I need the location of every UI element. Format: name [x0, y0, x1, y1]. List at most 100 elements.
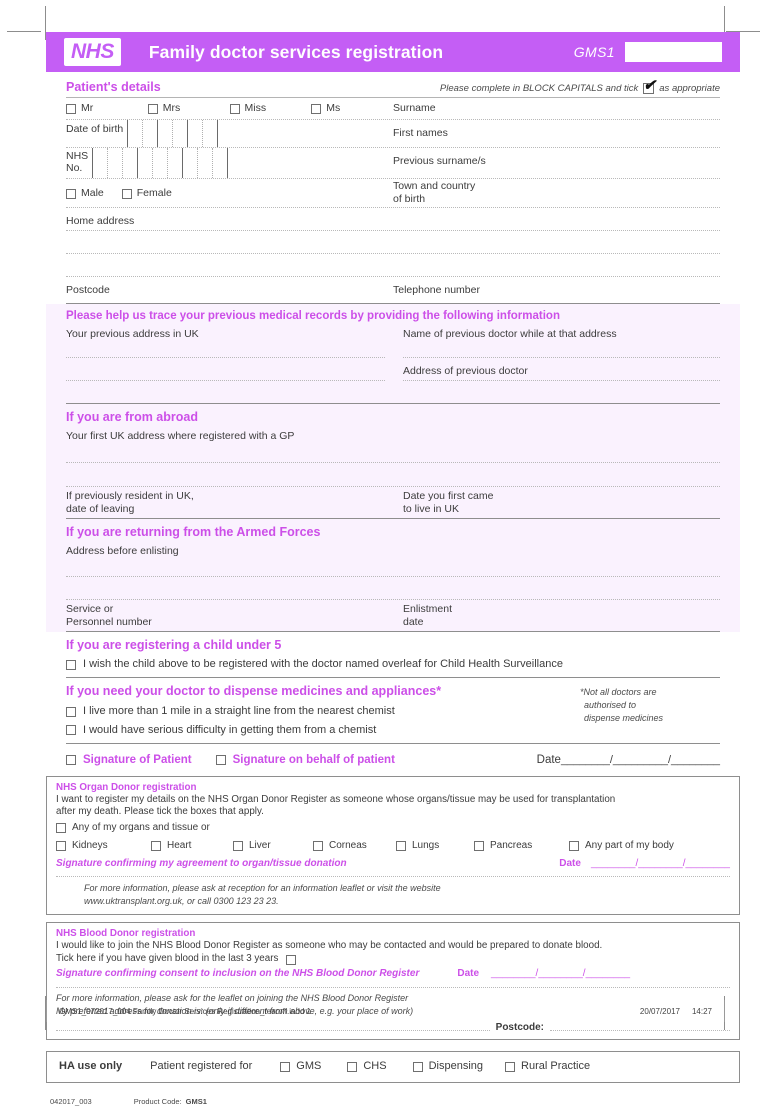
label-town-country-line2: of birth [393, 192, 426, 205]
dob-cell[interactable] [203, 120, 219, 147]
checkbox-signature-patient[interactable] [66, 755, 76, 766]
checkbox-ha-rural-practice[interactable] [505, 1062, 516, 1073]
label-title-ms: Ms [326, 101, 341, 114]
dob-cell[interactable] [158, 120, 174, 147]
label-child-health-surveillance: I wish the child above to be registered … [83, 658, 563, 670]
label-ha-gms: GMS [296, 1060, 322, 1073]
child-under-5-heading: If you are registering a child under 5 [66, 638, 282, 652]
label-first-came-line2: to live in UK [403, 502, 460, 515]
checkbox-sex-female[interactable] [121, 189, 132, 199]
checkbox-title-mrs[interactable] [147, 103, 158, 114]
signature-date-blanks[interactable]: ________/_________/________ [561, 754, 720, 766]
checkbox-organ-liver[interactable] [233, 840, 243, 851]
home-address-row: Home address [66, 208, 720, 230]
checkbox-given-blood-3-years[interactable] [286, 954, 297, 965]
label-organ-any-part: Any part of my body [585, 839, 674, 851]
nhs-number-cell[interactable] [123, 148, 139, 178]
home-address-blank-2[interactable] [66, 254, 720, 276]
organ-donor-info-divider [56, 876, 730, 878]
nhs-number-cell[interactable] [92, 148, 109, 178]
checkbox-title-ms[interactable] [311, 103, 322, 114]
checkbox-organ-pancreas[interactable] [474, 840, 484, 851]
blood-donor-signature-row: Signature confirming consent to inclusio… [56, 968, 730, 979]
organ-donor-options-row: Kidneys Heart Liver Corneas Lungs Pancre… [56, 840, 730, 853]
trace-records-blank-2[interactable] [66, 381, 720, 403]
nhs-number-cell[interactable] [198, 148, 214, 178]
checkbox-organ-heart[interactable] [151, 840, 161, 851]
dob-cell[interactable] [143, 120, 159, 147]
previous-address-line-2[interactable] [66, 380, 385, 381]
checkbox-organ-kidneys[interactable] [56, 840, 66, 851]
checkbox-dispensing-difficulty[interactable] [66, 725, 76, 736]
nhs-number-cell[interactable] [138, 148, 154, 178]
nhs-number-cell[interactable] [168, 148, 184, 178]
page-title: Family doctor services registration [148, 41, 444, 62]
label-title-mr: Mr [81, 101, 94, 114]
form-code-input[interactable] [625, 42, 722, 62]
instruction-text-post: as appropriate [659, 83, 720, 94]
abroad-dates-row: If previously resident in UK, date of le… [66, 487, 720, 517]
label-previous-doctor-address: Address of previous doctor [403, 365, 528, 377]
blood-donor-body-line1: I would like to join the NHS Blood Donor… [56, 940, 603, 952]
label-enlistment-line2: date [403, 615, 424, 628]
nhs-number-cell[interactable] [213, 148, 229, 178]
label-any-organs-tissue: Any of my organs and tissue or [72, 822, 210, 834]
blood-donor-section: NHS Blood Donor registration I would lik… [46, 922, 740, 1041]
nhsno-prevsurname-row: NHS No. Previous surname/s [66, 148, 720, 178]
nhs-number-input-boxes[interactable] [92, 148, 229, 178]
previous-doctor-address-line[interactable] [403, 380, 720, 381]
signature-row-section: Signature of Patient Signature on behalf… [46, 744, 740, 775]
from-abroad-blank-2[interactable] [66, 463, 720, 486]
label-home-address: Home address [66, 215, 135, 227]
label-signature-patient: Signature of Patient [83, 754, 192, 767]
blood-donor-date-blanks[interactable]: ________/________/________ [491, 968, 630, 979]
checkbox-organ-corneas[interactable] [313, 840, 323, 851]
crop-mark-top-left-horizontal [7, 31, 41, 32]
label-organ-liver: Liver [249, 839, 271, 851]
armed-forces-blank-1[interactable] [66, 559, 720, 576]
checkbox-dispensing-distance[interactable] [66, 706, 76, 717]
instruction-text-pre: Please complete in BLOCK CAPITALS and ti… [439, 83, 639, 94]
checkbox-signature-behalf[interactable] [215, 755, 226, 766]
dob-cell[interactable] [173, 120, 189, 147]
preferred-address-line[interactable] [56, 1030, 490, 1032]
organ-donor-signature-row: Signature confirming my agreement to org… [56, 858, 730, 869]
label-blood-donor-signature: Signature confirming consent to inclusio… [56, 967, 420, 979]
instruction-tick-icon: ✔ [643, 77, 656, 94]
home-address-blank-1[interactable] [66, 231, 720, 253]
checkbox-title-mr[interactable] [66, 103, 76, 114]
page-canvas: NHS Family doctor services registration … [0, 0, 770, 1106]
label-sex-male: Male [81, 187, 104, 200]
label-organ-kidneys: Kidneys [72, 839, 108, 851]
organ-donor-section: NHS Organ Donor registration I want to r… [46, 775, 740, 916]
preferred-postcode-line[interactable] [550, 1030, 730, 1032]
armed-forces-blank-2[interactable] [66, 577, 720, 599]
nhs-number-cell[interactable] [108, 148, 124, 178]
nhs-number-cell[interactable] [183, 148, 199, 178]
dob-input-boxes[interactable] [127, 120, 219, 147]
trace-records-blank-1[interactable] [66, 341, 720, 357]
checkbox-organ-any-part[interactable] [569, 840, 579, 851]
checkbox-sex-male[interactable] [66, 189, 76, 199]
dob-cell[interactable] [188, 120, 204, 147]
label-telephone-number: Telephone number [393, 284, 480, 296]
checkbox-any-organs-tissue[interactable] [56, 823, 66, 834]
service-enlistment-row: Service or Personnel number Enlistment d… [66, 600, 720, 630]
label-organ-lungs: Lungs [412, 839, 440, 851]
organ-donor-date-blanks[interactable]: ________/________/________ [591, 858, 730, 869]
label-organ-donor-date: Date [559, 858, 581, 870]
nhs-logo: NHS [64, 38, 121, 66]
checkbox-organ-lungs[interactable] [396, 840, 406, 851]
checkbox-ha-gms[interactable] [280, 1062, 291, 1073]
from-abroad-blank-1[interactable] [66, 444, 720, 462]
checkbox-title-miss[interactable] [229, 103, 240, 114]
nhs-number-cell[interactable] [153, 148, 169, 178]
organ-donor-info-line1: For more information, please ask at rece… [84, 883, 441, 894]
checkbox-child-health-surveillance[interactable] [66, 659, 76, 670]
dob-cell[interactable] [127, 120, 144, 147]
blood-donor-tick-row: Tick here if you have given blood in the… [56, 953, 730, 965]
child-surveillance-row: I wish the child above to be registered … [66, 652, 720, 677]
checkbox-ha-dispensing[interactable] [412, 1062, 423, 1073]
label-service-number-line1: Service or [66, 603, 114, 615]
checkbox-ha-chs[interactable] [347, 1062, 358, 1073]
